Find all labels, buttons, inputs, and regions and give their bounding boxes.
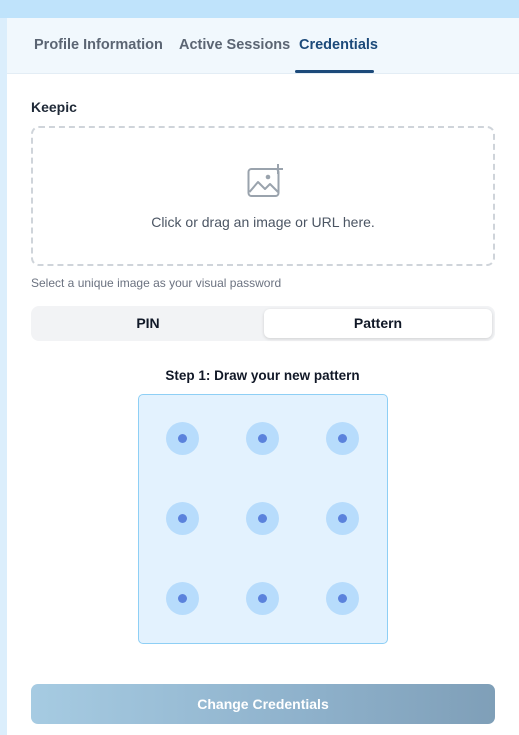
pattern-dot-7[interactable] — [166, 582, 199, 615]
pattern-dot-9[interactable] — [326, 582, 359, 615]
tab-profile-information[interactable]: Profile Information — [34, 18, 163, 73]
active-tab-indicator — [295, 70, 374, 73]
pattern-option[interactable]: Pattern — [264, 309, 492, 338]
helper-text: Select a unique image as your visual pas… — [31, 276, 282, 290]
tab-credentials[interactable]: Credentials — [299, 18, 378, 73]
pattern-dot-4[interactable] — [166, 502, 199, 535]
pattern-dot-6[interactable] — [326, 502, 359, 535]
pattern-dot-8[interactable] — [246, 582, 279, 615]
pattern-dot-3[interactable] — [326, 422, 359, 455]
keepic-label: Keepic — [31, 99, 77, 115]
image-dropzone[interactable]: Click or drag an image or URL here. — [31, 126, 495, 266]
pattern-dot-2[interactable] — [246, 422, 279, 455]
dropzone-text: Click or drag an image or URL here. — [151, 214, 375, 230]
credential-type-toggle: PIN Pattern — [31, 306, 495, 341]
tab-bar: Profile Information Active Sessions Cred… — [7, 18, 519, 74]
pattern-step-label: Step 1: Draw your new pattern — [165, 368, 360, 383]
top-bar — [0, 0, 519, 18]
tab-active-sessions[interactable]: Active Sessions — [179, 18, 290, 73]
pin-option[interactable]: PIN — [34, 309, 262, 338]
change-credentials-button[interactable]: Change Credentials — [31, 684, 495, 724]
pattern-grid[interactable] — [138, 394, 388, 644]
pattern-dot-1[interactable] — [166, 422, 199, 455]
add-image-icon — [247, 164, 283, 197]
pattern-dot-5[interactable] — [246, 502, 279, 535]
